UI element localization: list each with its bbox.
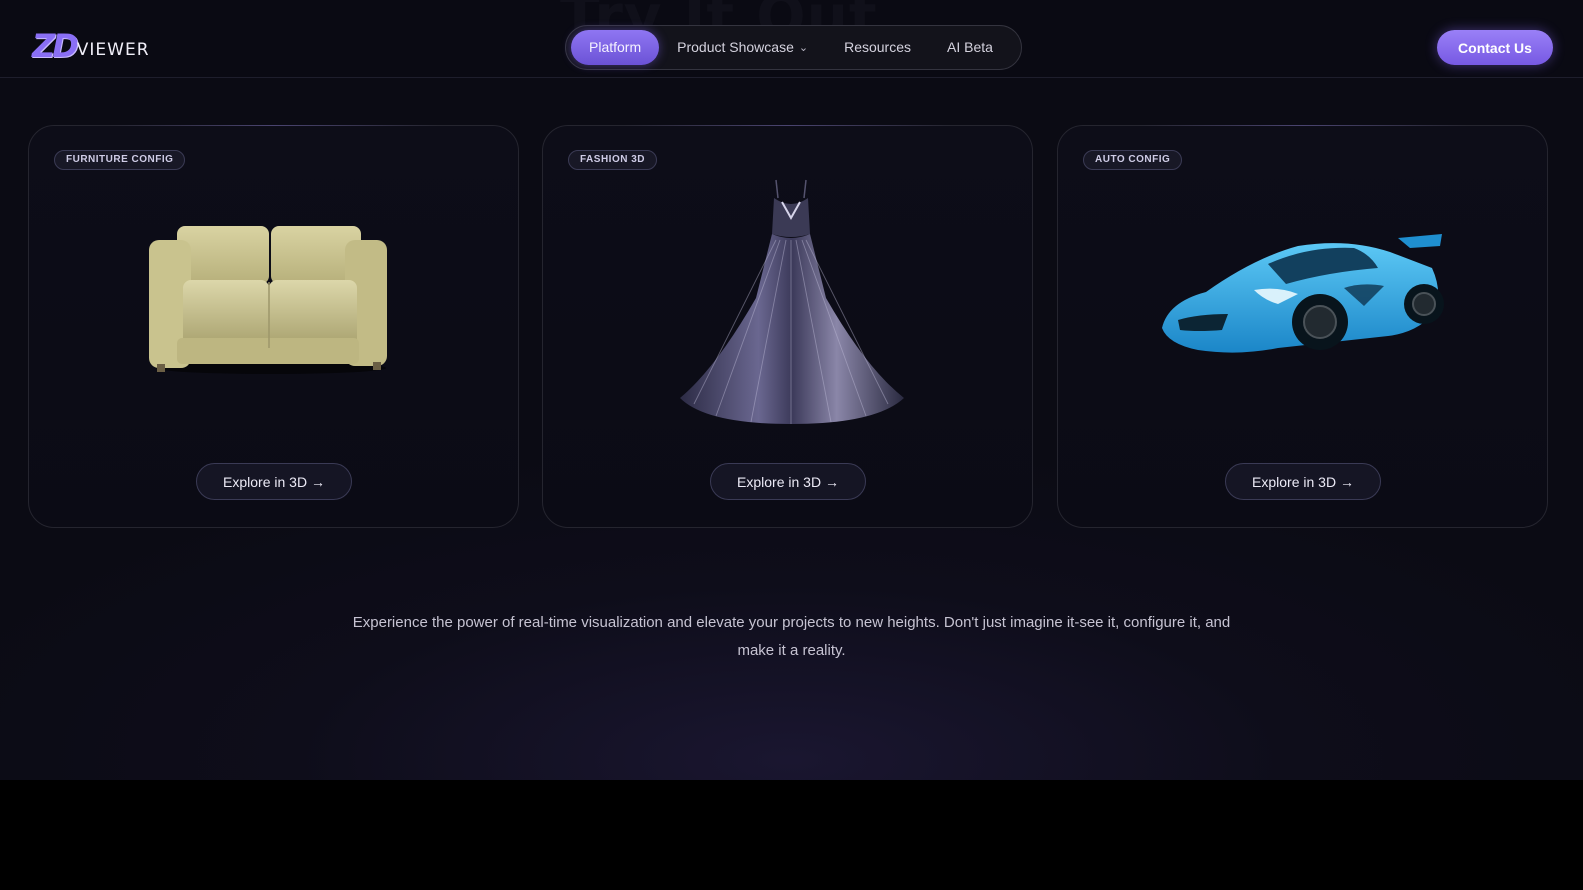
logo-mark: ZD: [32, 27, 79, 65]
sports-car-image: [1162, 234, 1444, 353]
chevron-down-icon: ⌄: [798, 42, 809, 54]
tagline-text: Experience the power of real-time visual…: [352, 614, 1231, 659]
explore-in-3d-button[interactable]: Explore in 3D →: [1225, 463, 1381, 500]
nav-item-resources[interactable]: Resources: [826, 30, 929, 65]
explore-in-3d-button[interactable]: Explore in 3D →: [196, 463, 352, 500]
nav-item-label: AI Beta: [947, 39, 993, 55]
nav-item-label: Product Showcase: [677, 39, 794, 55]
main-nav: Platform Product Showcase ⌄ Resources AI …: [565, 25, 1022, 70]
showcase-card-fashion: FASHION 3D Explore in 3D →: [542, 125, 1033, 528]
page: Try It Out ZD VIEWER Platform Product Sh…: [0, 0, 1583, 780]
top-navbar: ZD VIEWER Platform Product Showcase ⌄ Res…: [0, 0, 1583, 78]
nav-item-label: Resources: [844, 39, 911, 55]
category-badge: AUTO CONFIG: [1083, 150, 1183, 170]
showcase-card-furniture: FURNITURE CONFIG Explore in 3D →: [28, 125, 519, 528]
category-badge: FURNITURE CONFIG: [54, 150, 186, 170]
explore-in-3d-button[interactable]: Explore in 3D →: [710, 463, 866, 500]
logo-wordmark: VIEWER: [76, 40, 150, 60]
nav-item-product-showcase[interactable]: Product Showcase ⌄: [659, 30, 826, 65]
logo[interactable]: ZD VIEWER: [32, 30, 150, 62]
sofa-image: [149, 226, 387, 374]
nav-item-label: Platform: [589, 39, 642, 55]
nav-item-ai-beta[interactable]: AI Beta: [929, 30, 1011, 65]
gown-image: [680, 179, 904, 424]
showcase-card-auto: AUTO CONFIG Explore in 3D →: [1057, 125, 1548, 528]
category-badge: FASHION 3D: [568, 150, 658, 170]
contact-us-button[interactable]: Contact Us: [1437, 30, 1553, 65]
nav-item-platform[interactable]: Platform: [571, 30, 660, 65]
